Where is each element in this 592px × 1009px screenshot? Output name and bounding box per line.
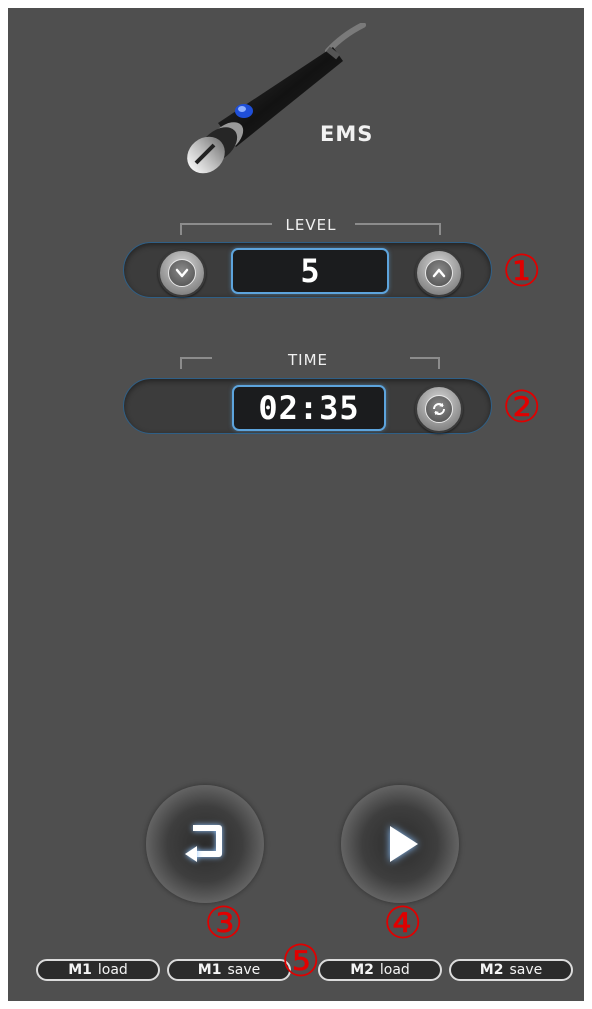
time-reset-button[interactable]	[415, 385, 463, 433]
m2-load-action: load	[379, 962, 410, 978]
m1-save-slot: M1	[197, 962, 222, 978]
time-bracket-left	[180, 357, 212, 369]
mode-label: EMS	[320, 122, 374, 146]
m2-save-action: save	[509, 962, 543, 978]
refresh-icon	[433, 403, 445, 415]
start-button[interactable]	[341, 785, 459, 903]
m1-save-button[interactable]: M1 save	[167, 959, 291, 981]
annotation-1: ①	[502, 246, 542, 297]
m2-save-button[interactable]: M2 save	[449, 959, 573, 981]
m1-load-slot: M1	[68, 962, 92, 978]
level-down-button[interactable]	[158, 249, 206, 297]
m1-save-action: save	[227, 962, 261, 978]
level-bracket-right	[355, 223, 441, 235]
m2-save-slot: M2	[479, 962, 504, 978]
annotation-5: ⑤	[281, 936, 321, 987]
time-title: TIME	[287, 351, 328, 369]
chevron-down-icon	[175, 268, 189, 278]
m2-load-button[interactable]: M2 load	[318, 959, 442, 981]
return-arrow-icon	[185, 825, 222, 862]
m2-load-slot: M2	[350, 962, 374, 978]
m1-load-action: load	[97, 962, 128, 978]
play-icon	[390, 826, 418, 862]
level-title: LEVEL	[285, 216, 337, 234]
time-bracket-right	[410, 357, 440, 369]
device-screen: EMS LEVEL 5 ① TIME 02:35 ② ③ ④ M1 load M…	[8, 8, 584, 1001]
ems-handpiece-icon	[187, 23, 366, 174]
m1-load-button[interactable]: M1 load	[36, 959, 160, 981]
annotation-2: ②	[502, 382, 542, 433]
annotation-3: ③	[204, 898, 244, 949]
annotation-4: ④	[383, 898, 423, 949]
level-display: 5	[231, 248, 389, 294]
level-up-button[interactable]	[415, 249, 463, 297]
chevron-up-icon	[432, 268, 446, 278]
time-display: 02:35	[232, 385, 386, 431]
back-button[interactable]	[146, 785, 264, 903]
